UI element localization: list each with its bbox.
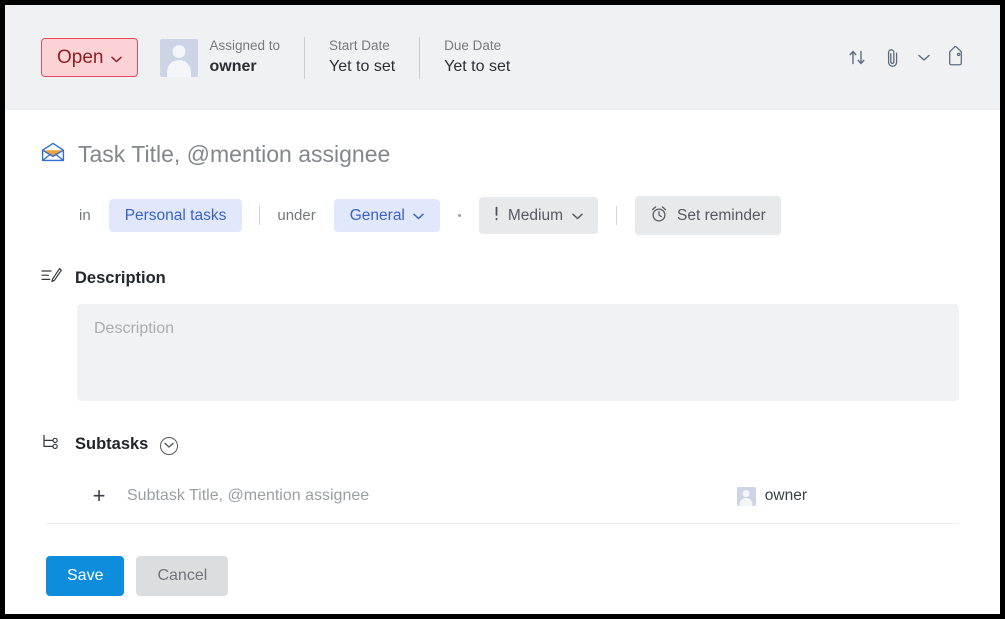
circle-chevron-down-icon[interactable]: [160, 436, 179, 455]
set-reminder-button[interactable]: Set reminder: [635, 195, 781, 236]
chevron-down-icon: [111, 52, 123, 65]
status-dropdown[interactable]: Open: [41, 38, 139, 77]
description-placeholder: Description: [94, 320, 175, 338]
exclamation-icon: [494, 206, 499, 225]
assigned-to-label: Assigned to: [209, 37, 281, 53]
subtask-tree-icon: [41, 433, 63, 456]
description-section-header: Description: [41, 267, 964, 290]
project-label: Personal tasks: [124, 206, 227, 224]
subtask-assignee-label: owner: [764, 487, 807, 505]
subtask-row: + Subtask Title, @mention assignee owner: [46, 477, 959, 525]
assignee-meta: Assigned to owner: [209, 38, 280, 78]
plus-icon[interactable]: +: [82, 485, 116, 507]
due-date-value: Yet to set: [444, 58, 511, 76]
header-actions: [840, 41, 972, 75]
dot-separator: [457, 213, 461, 217]
avatar: [160, 38, 199, 77]
subtask-title-input[interactable]: Subtask Title, @mention assignee: [127, 487, 737, 505]
assignee-block[interactable]: Assigned to owner: [160, 38, 280, 78]
in-label: in: [79, 206, 91, 224]
subtasks-title: Subtasks: [75, 435, 149, 454]
page-title[interactable]: Task Title, @mention assignee: [78, 141, 390, 169]
divider: [259, 205, 261, 225]
task-title-row: Task Title, @mention assignee: [41, 110, 964, 169]
group-dropdown[interactable]: General: [333, 198, 440, 233]
start-date-value: Yet to set: [329, 58, 396, 76]
form-actions: Save Cancel: [46, 556, 964, 597]
description-input[interactable]: Description: [77, 304, 959, 402]
save-button[interactable]: Save: [46, 556, 125, 597]
transfer-icon[interactable]: [840, 41, 874, 75]
assigned-to-value: owner: [209, 58, 257, 76]
avatar: [736, 486, 756, 506]
tag-icon[interactable]: [938, 41, 972, 75]
task-detail-window: Open Assigned to owner Start Date Yet to…: [0, 0, 1005, 619]
set-reminder-label: Set reminder: [677, 206, 766, 224]
priority-dropdown[interactable]: Medium: [478, 197, 599, 234]
chevron-down-icon: [572, 210, 583, 222]
due-date-block[interactable]: Due Date Yet to set: [444, 38, 510, 78]
open-envelope-icon: [41, 142, 65, 167]
task-body: Task Title, @mention assignee in Persona…: [5, 110, 1000, 597]
chevron-down-icon[interactable]: [912, 51, 936, 65]
group-label: General: [349, 206, 405, 224]
alarm-clock-icon: [650, 205, 668, 227]
paperclip-icon[interactable]: [876, 41, 910, 75]
subtask-assignee[interactable]: owner: [736, 486, 807, 506]
priority-label: Medium: [507, 206, 564, 224]
description-title: Description: [75, 269, 166, 288]
lines-pencil-icon: [41, 267, 63, 290]
task-attributes: in Personal tasks under General Medium S…: [41, 195, 964, 236]
start-date-block[interactable]: Start Date Yet to set: [329, 38, 395, 78]
project-chip[interactable]: Personal tasks: [108, 198, 243, 233]
task-header: Open Assigned to owner Start Date Yet to…: [5, 5, 1000, 110]
due-date-label: Due Date: [444, 37, 502, 53]
divider: [616, 205, 618, 225]
subtasks-section-header: Subtasks: [41, 433, 964, 456]
cancel-button[interactable]: Cancel: [136, 556, 229, 597]
under-label: under: [277, 206, 316, 224]
status-label: Open: [57, 47, 104, 68]
chevron-down-icon: [413, 210, 424, 222]
divider: [419, 36, 421, 79]
divider: [304, 36, 306, 79]
start-date-label: Start Date: [329, 37, 390, 53]
